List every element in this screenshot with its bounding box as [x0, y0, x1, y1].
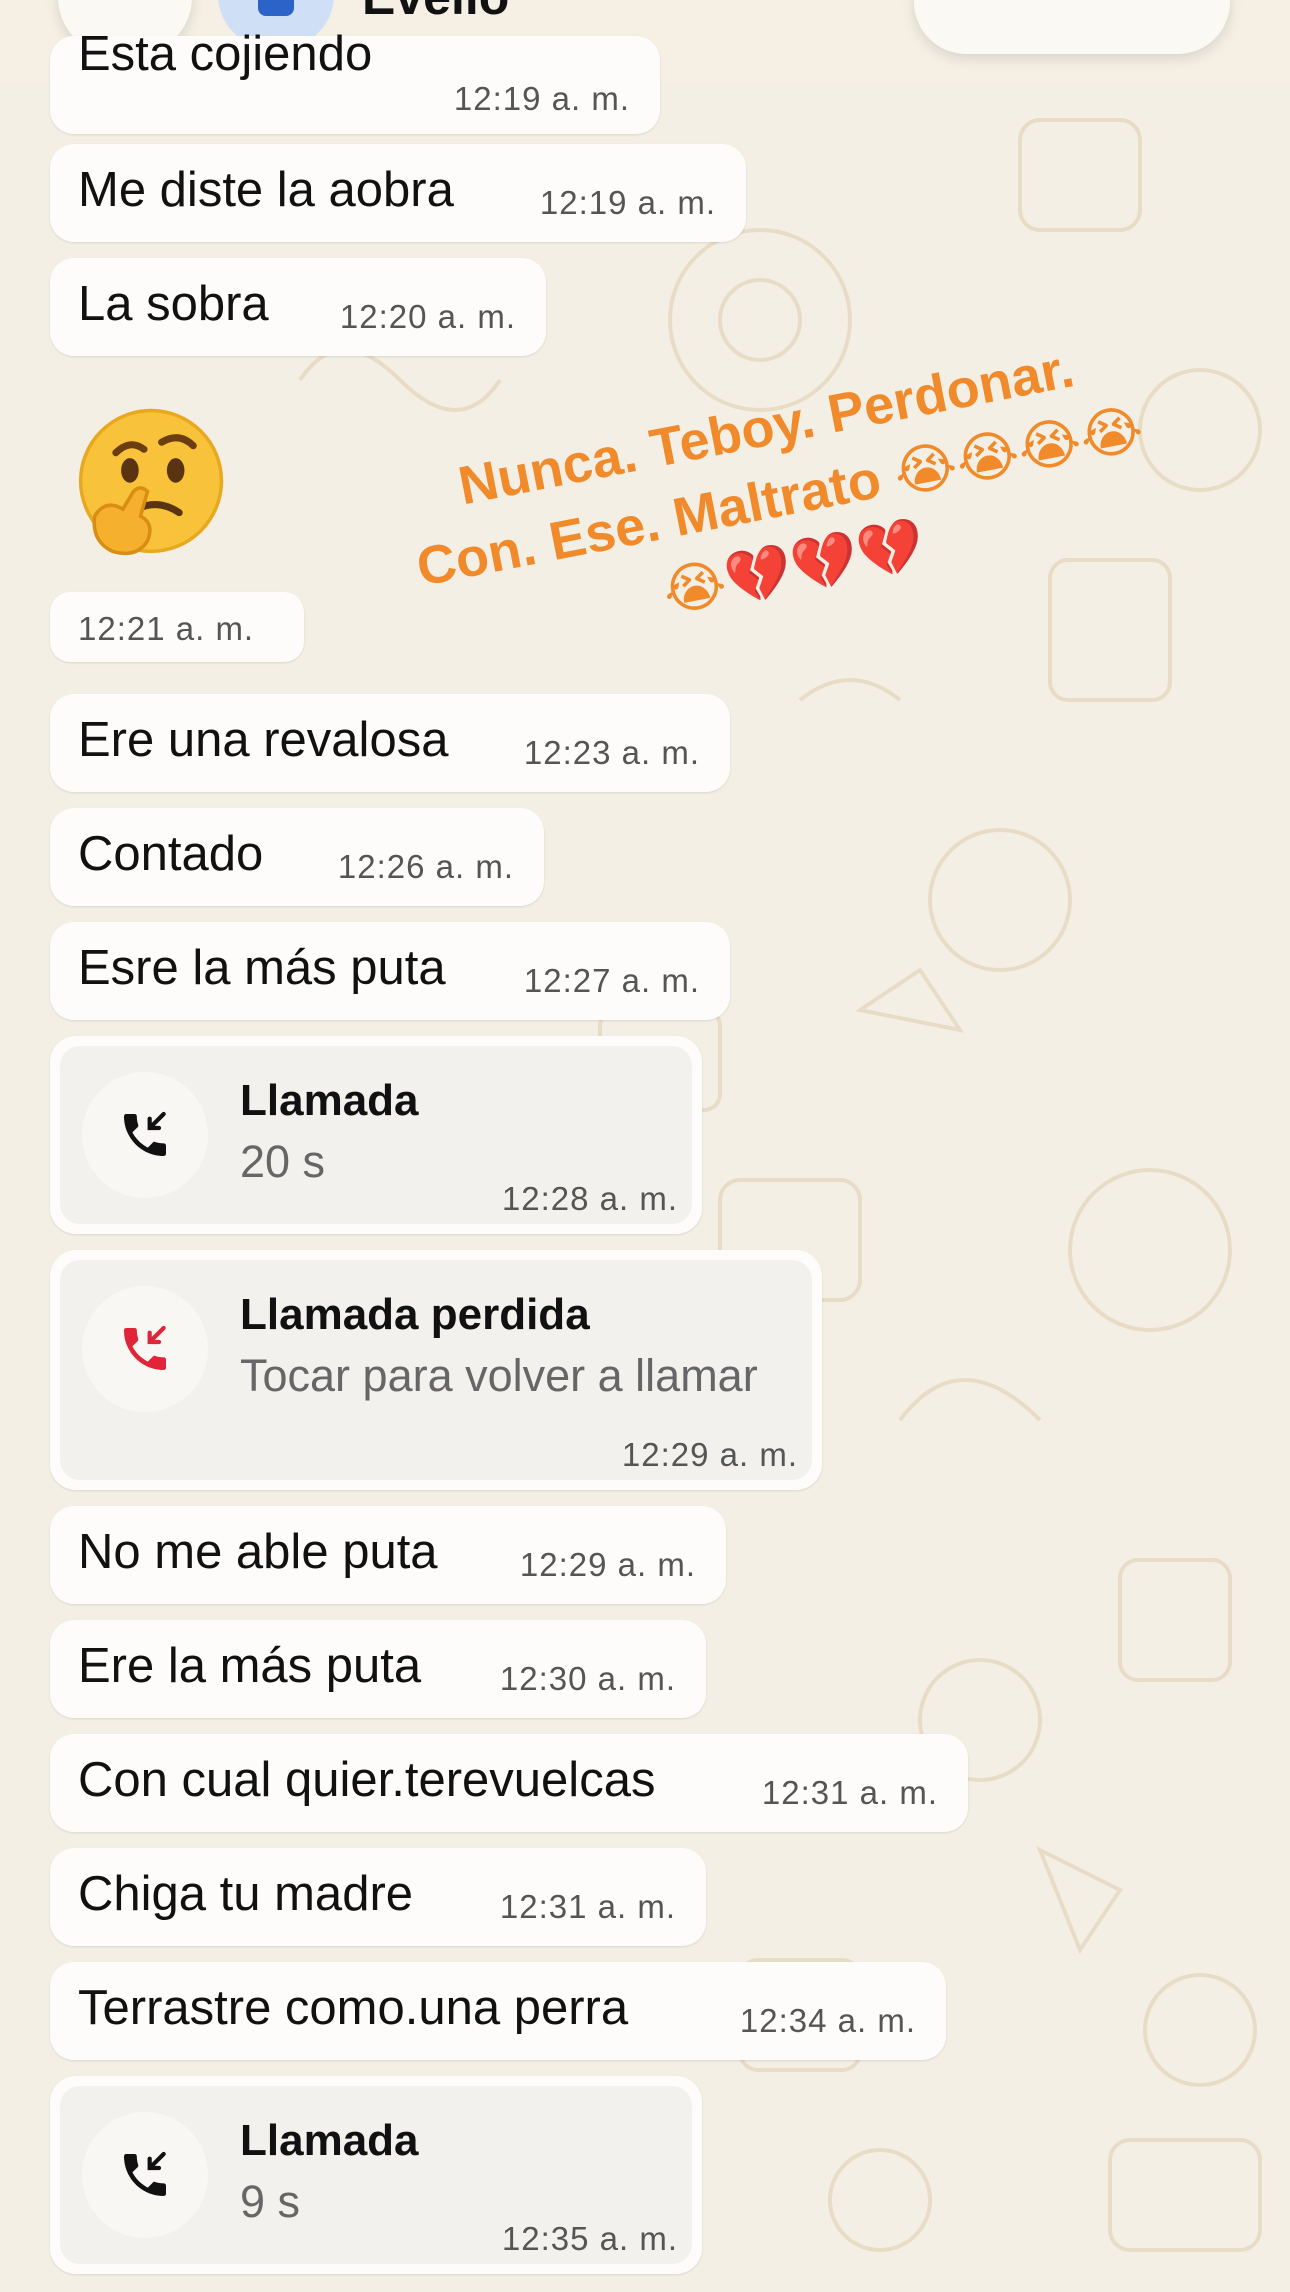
message-text: Esta cojiendo: [78, 27, 373, 81]
call-duration: 9 s: [240, 2176, 301, 2227]
message-text: La sobra: [78, 277, 269, 331]
message-time: 12:26 a. m.: [337, 848, 514, 885]
message-bubble[interactable]: Con cual quier.terevuelcas 12:31 a. m.: [50, 1734, 968, 1832]
message-bubble[interactable]: 12:21 a. m.: [50, 592, 304, 662]
message-time: 12:20 a. m.: [339, 298, 516, 335]
missed-call-card[interactable]: Llamada perdida Tocar para volver a llam…: [50, 1250, 822, 1490]
incoming-call-icon: [82, 1072, 208, 1198]
contact-name[interactable]: Evelio: [362, 0, 509, 26]
message-time: 12:27 a. m.: [523, 962, 700, 999]
call-time: 12:35 a. m.: [501, 2220, 678, 2257]
message-bubble[interactable]: Terrastre como.una perra 12:34 a. m.: [50, 1962, 946, 2060]
call-duration: 20 s: [240, 1136, 326, 1187]
call-actions[interactable]: [914, 0, 1230, 54]
message-bubble[interactable]: La sobra 12:20 a. m.: [50, 258, 546, 356]
missed-call-icon: [82, 1286, 208, 1412]
call-title: Llamada perdida: [240, 1290, 590, 1339]
message-time: 12:30 a. m.: [499, 1660, 676, 1697]
message-time: 12:31 a. m.: [761, 1774, 938, 1811]
message-bubble[interactable]: No me able puta 12:29 a. m.: [50, 1506, 726, 1604]
message-text: Ere la más puta: [78, 1639, 422, 1693]
message-bubble[interactable]: Esta cojiendo 12:19 a. m.: [50, 27, 660, 134]
call-time: 12:29 a. m.: [621, 1436, 798, 1473]
message-text: Me diste la aobra: [78, 163, 454, 217]
message-time: 12:19 a. m.: [539, 184, 716, 221]
message-bubble[interactable]: Contado 12:26 a. m.: [50, 808, 544, 906]
incoming-call-icon: [82, 2112, 208, 2238]
call-action: Tocar para volver a llamar: [240, 1350, 758, 1401]
message-bubble[interactable]: Me diste la aobra 12:19 a. m.: [50, 144, 746, 242]
message-time: 12:19 a. m.: [453, 80, 630, 117]
call-card[interactable]: Llamada 9 s 12:35 a. m.: [50, 2076, 702, 2274]
message-text: Terrastre como.una perra: [78, 1981, 629, 2035]
message-bubble[interactable]: Chiga tu madre 12:31 a. m.: [50, 1848, 706, 1946]
message-text: Chiga tu madre: [78, 1867, 414, 1921]
call-title: Llamada: [240, 2116, 419, 2165]
message-text: Contado: [78, 827, 264, 881]
message-text: Con cual quier.terevuelcas: [78, 1753, 656, 1807]
message-bubble[interactable]: Ere una revalosa 12:23 a. m.: [50, 694, 730, 792]
call-title: Llamada: [240, 1076, 419, 1125]
call-card[interactable]: Llamada 20 s 12:28 a. m.: [50, 1036, 702, 1234]
message-bubble[interactable]: Esre la más puta 12:27 a. m.: [50, 922, 730, 1020]
message-text: No me able puta: [78, 1525, 438, 1579]
call-time: 12:28 a. m.: [501, 1180, 678, 1217]
message-time: 12:29 a. m.: [519, 1546, 696, 1583]
message-time: 12:31 a. m.: [499, 1888, 676, 1925]
message-time: 12:21 a. m.: [78, 610, 255, 647]
message-text: Ere una revalosa: [78, 713, 449, 767]
message-time: 12:34 a. m.: [739, 2002, 916, 2039]
message-text: Esre la más puta: [78, 941, 446, 995]
message-time: 12:23 a. m.: [523, 734, 700, 771]
message-bubble[interactable]: Ere la más puta 12:30 a. m.: [50, 1620, 706, 1718]
thinking-face-icon: [78, 408, 224, 556]
